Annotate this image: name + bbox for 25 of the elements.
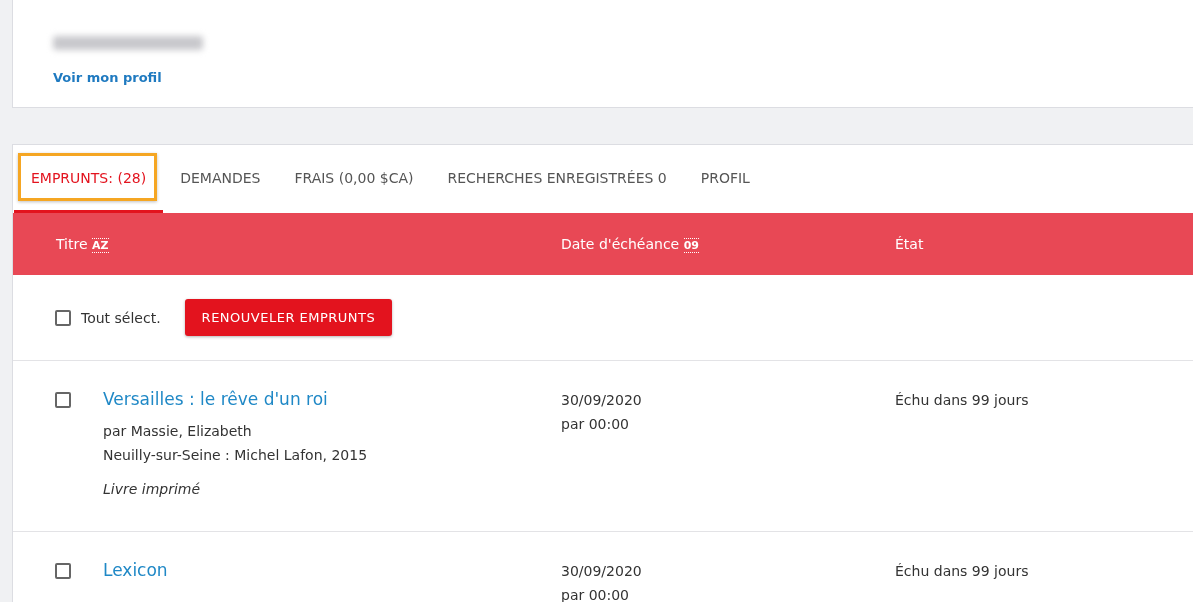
- profile-link[interactable]: Voir mon profil: [53, 70, 162, 85]
- tab[interactable]: FRAIS (0,00 $CA): [277, 145, 431, 213]
- tab[interactable]: DEMANDES: [163, 145, 278, 213]
- checkbox[interactable]: [55, 392, 71, 408]
- checkbox[interactable]: [55, 309, 71, 326]
- due-date: 30/09/2020: [561, 562, 643, 581]
- column-header[interactable]: Titre AZ: [56, 236, 109, 252]
- renew-button[interactable]: RENOUVELER EMPRUNTS: [184, 299, 393, 336]
- status-text: Échu dans 99 jours: [895, 391, 1029, 410]
- column-header[interactable]: Date d'échéance 09: [561, 236, 699, 252]
- select-all-label[interactable]: Tout sélect.: [81, 309, 161, 326]
- due-date: 30/09/2020: [561, 391, 643, 410]
- item-title-link[interactable]: Lexicon: [103, 560, 168, 580]
- publication-text: Neuilly-sur-Seine : Michel Lafon, 2015: [103, 446, 369, 465]
- checkbox[interactable]: [55, 563, 71, 579]
- due-time: par 00:00: [561, 415, 631, 434]
- tab[interactable]: RECHERCHES ENREGISTRÉES 0: [430, 145, 684, 213]
- status-text: Échu dans 99 jours: [895, 562, 1029, 581]
- tab[interactable]: PROFIL: [683, 145, 767, 213]
- item-title-link[interactable]: Versailles : le rêve d'un roi: [103, 389, 328, 409]
- tab[interactable]: EMPRUNTS: (28): [14, 145, 164, 213]
- column-header[interactable]: État: [895, 236, 924, 252]
- author-text: par Massie, Elizabeth: [103, 422, 253, 441]
- format-text: Livre imprimé: [103, 481, 202, 497]
- due-time: par 00:00: [561, 586, 631, 602]
